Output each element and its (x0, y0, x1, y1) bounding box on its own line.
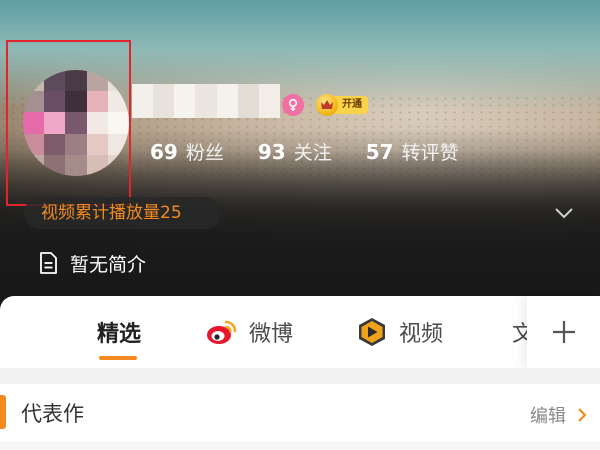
intro-text: 暂无简介 (70, 253, 147, 276)
section-divider (0, 368, 600, 384)
avatar-highlight-box (6, 40, 131, 206)
chevron-down-icon[interactable] (554, 205, 574, 219)
section-accent-bar (0, 395, 6, 429)
bottom-strip (0, 442, 600, 450)
vip-crown-icon (316, 94, 338, 116)
tab-label: 视频 (399, 322, 444, 347)
stat-number: 93 (257, 140, 286, 164)
edit-button[interactable]: 编辑 (530, 402, 588, 428)
edit-label: 编辑 (530, 406, 566, 427)
add-tab-button[interactable] (527, 296, 600, 368)
tab-weibo[interactable]: 微博 (205, 296, 293, 368)
stat-reposts-comments-likes[interactable]: 57 转评赞 (366, 138, 459, 165)
stat-label: 粉丝 (185, 142, 224, 164)
tab-featured[interactable]: 精选 (97, 296, 141, 368)
stat-label: 转评赞 (401, 142, 459, 164)
profile-intro[interactable]: 暂无简介 (38, 248, 146, 278)
representative-works-section: 代表作 编辑 (0, 384, 600, 442)
stat-number: 69 (150, 140, 178, 164)
video-play-count-pill[interactable]: 视频累计播放量25 (24, 197, 221, 229)
tab-label: 微博 (249, 322, 294, 347)
stat-following[interactable]: 93 关注 (258, 138, 332, 165)
section-title: 代表作 (21, 402, 84, 426)
weibo-icon (207, 320, 237, 344)
stat-number: 57 (365, 140, 394, 164)
stat-followers[interactable]: 69 粉丝 (150, 138, 224, 165)
profile-stats: 69 粉丝 93 关注 57 转评赞 (150, 138, 493, 166)
document-icon (40, 252, 57, 274)
stat-label: 关注 (293, 142, 332, 164)
content-tabs: 精选 微博 视频 文 (0, 296, 600, 368)
female-gender-icon (282, 94, 304, 116)
plus-icon (552, 321, 575, 343)
chevron-right-icon (578, 408, 587, 422)
video-icon (359, 318, 385, 346)
vip-open-badge[interactable]: 开通 (316, 94, 372, 116)
tab-label: 精选 (97, 322, 142, 347)
active-tab-underline (99, 356, 137, 360)
tab-video[interactable]: 视频 (355, 296, 443, 368)
username-blurred (132, 84, 280, 118)
